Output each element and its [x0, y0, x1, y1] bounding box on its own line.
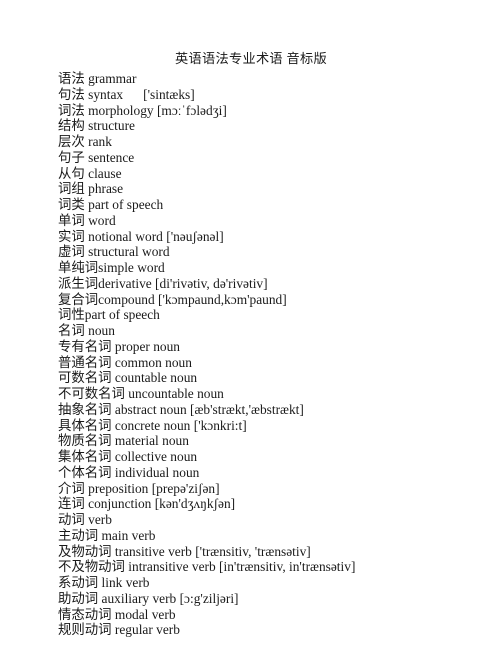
glossary-term-line: 主动词 main verb	[58, 527, 156, 543]
glossary-term-line: 单纯词simple word	[58, 260, 165, 275]
glossary-term-line: 单词 word	[58, 212, 116, 228]
glossary-term-line: 具体名词 concrete noun ['kɔnkri:t]	[58, 417, 247, 433]
glossary-term-line: 层次 rank	[58, 134, 112, 149]
document-page: 英语语法专业术语 音标版 语法 grammar 句法 syntax ['sintæ…	[0, 0, 502, 649]
glossary-term-line: 实词 notional word ['nəuʃənəl]	[58, 228, 224, 244]
glossary-term-line: 动词 verb	[58, 512, 112, 527]
glossary-term-line: 虚词 structural word	[58, 244, 170, 260]
glossary-term-line: 从句 clause	[58, 165, 122, 181]
glossary-term-list: 语法 grammar 句法 syntax ['sintæks] 词法 morphol…	[58, 71, 488, 638]
glossary-term-line: 系动词 link verb	[58, 575, 150, 590]
glossary-term-line: 名词 noun	[58, 323, 115, 338]
glossary-term-line: 专有名词 proper noun	[58, 338, 180, 354]
glossary-term-line: 规则动词 regular verb	[58, 622, 180, 638]
glossary-term-line: 不可数名词 uncountable noun	[58, 386, 224, 401]
glossary-term-line: 连词 conjunction [kən'dʒʌŋkʃən]	[58, 496, 236, 512]
glossary-term-line: 句法 syntax ['sintæks]	[58, 86, 195, 102]
glossary-term-line: 情态动词 modal verb	[58, 606, 176, 622]
glossary-term-line: 词类 part of speech	[58, 197, 164, 212]
glossary-term-line: 词性part of speech	[58, 307, 160, 323]
glossary-term-line: 派生词derivative [di'rivətiv, də'rivətiv]	[58, 275, 268, 291]
glossary-term-line: 介词 preposition [prepə'ziʃən]	[58, 480, 220, 496]
glossary-term-line: 集体名词 collective noun	[58, 449, 198, 464]
glossary-term-line: 词组 phrase	[58, 181, 124, 197]
glossary-term-line: 语法 grammar	[58, 71, 137, 86]
glossary-term-line: 词法 morphology [mɔːˈfɔlədʒi]	[58, 102, 227, 118]
glossary-term-line: 句子 sentence	[58, 149, 135, 165]
glossary-term-line: 助动词 auxiliary verb [ɔ:g'ziljəri]	[58, 590, 239, 606]
glossary-term-line: 及物动词 transitive verb ['trænsitiv, 'træns…	[58, 543, 311, 559]
glossary-term-line: 可数名词 countable noun	[58, 370, 198, 386]
page-title: 英语语法专业术语 音标版	[175, 51, 327, 66]
glossary-term-line: 抽象名词 abstract noun [æb'strækt,'æbstrækt]	[58, 401, 304, 417]
glossary-term-line: 个体名词 individual noun	[58, 464, 200, 480]
glossary-term-line: 结构 structure	[58, 118, 135, 134]
glossary-term-line: 不及物动词 intransitive verb [in'trænsitiv, i…	[58, 559, 356, 575]
glossary-term-line: 普通名词 common noun	[58, 354, 192, 370]
glossary-term-line: 复合词compound ['kɔmpaund,kɔm'paund]	[58, 291, 287, 307]
glossary-term-line: 物质名词 material noun	[58, 433, 189, 449]
